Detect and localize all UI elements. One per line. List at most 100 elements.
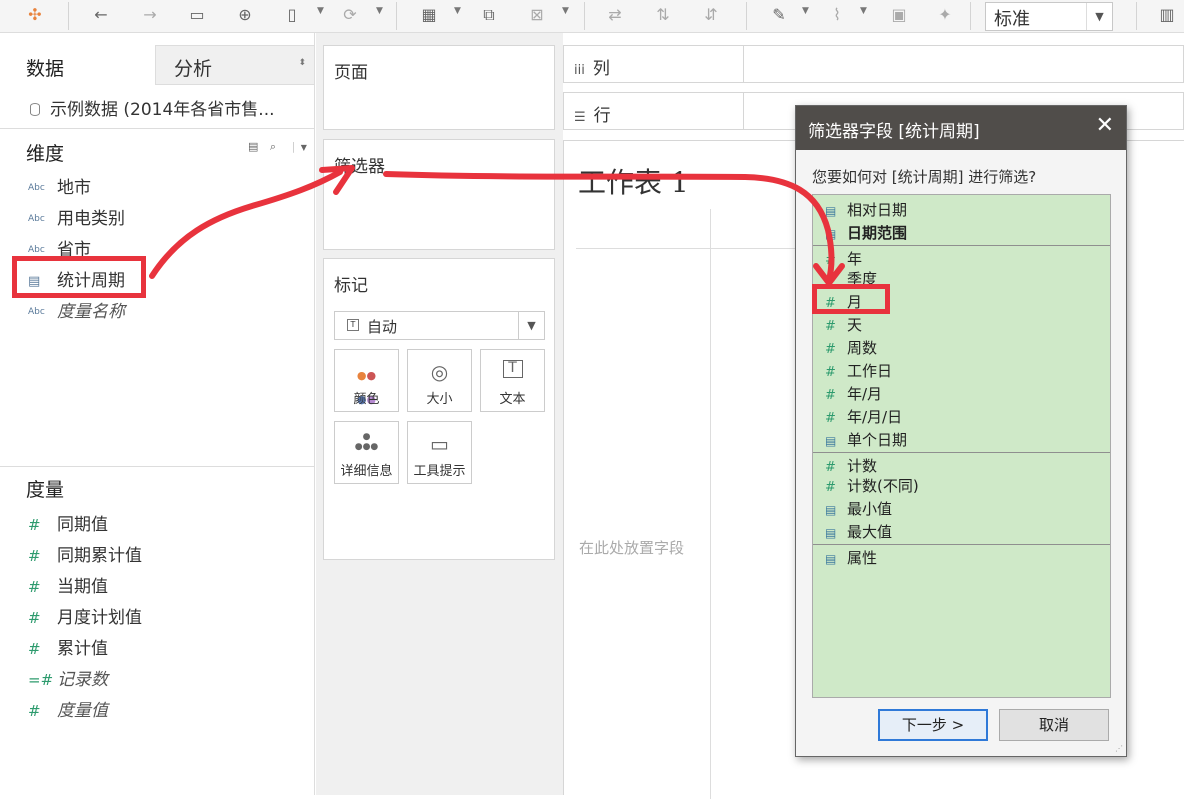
worksheet-title[interactable]: 工作表 1 xyxy=(578,161,689,201)
mark-type-select[interactable]: T 自动 ▼ xyxy=(334,311,545,340)
sort-desc-icon[interactable]: ⇵ xyxy=(700,4,722,26)
dialog-question: 您要如何对 [统计周期] 进行筛选? xyxy=(812,168,1037,186)
chevron-down-icon: ▼ xyxy=(518,312,544,339)
list-item[interactable]: # 年/月 xyxy=(825,383,882,404)
swap-icon[interactable]: ⇄ xyxy=(604,4,626,26)
measure-field[interactable]: # 同期累计值 xyxy=(28,541,142,567)
clear-icon[interactable]: ⊠ xyxy=(526,4,548,26)
rows-label: 行 xyxy=(593,106,611,126)
refresh-icon[interactable]: ⟳ xyxy=(339,4,361,26)
dialog-titlebar: 筛选器字段 [统计周期] xyxy=(796,106,1126,150)
chevron-down-icon[interactable]: ▼ xyxy=(301,143,307,152)
text-label: 文本 xyxy=(499,392,526,407)
tab-analysis[interactable]: 分析 ⬍ xyxy=(155,45,315,85)
columns-shelf[interactable]: iii 列 xyxy=(563,45,1184,83)
list-item[interactable]: # 工作日 xyxy=(825,360,892,381)
number-type-icon: # xyxy=(825,460,836,475)
detail-dots-icon: ● ●●● xyxy=(354,432,379,452)
list-item[interactable]: # 计数(不同) xyxy=(825,475,919,496)
chevron-down-icon[interactable]: ▼ xyxy=(802,6,809,16)
list-item[interactable]: ▤ 日期范围 xyxy=(825,222,907,243)
chevron-down-icon[interactable]: ▼ xyxy=(317,6,324,16)
dimension-field[interactable]: Abc 用电类别 xyxy=(28,204,125,230)
new-worksheet-icon[interactable]: ▦ xyxy=(418,4,440,26)
dimension-field[interactable]: Abc 地市 xyxy=(28,173,91,199)
chevron-down-icon[interactable]: ▼ xyxy=(562,6,569,16)
dimension-tools: ▤ ⌕ | ▼ xyxy=(248,140,307,154)
list-item[interactable]: ▤ 最大值 xyxy=(825,521,892,542)
detail-button[interactable]: ● ●●● 详细信息 xyxy=(334,421,399,484)
view-list-icon[interactable]: ▤ xyxy=(248,140,258,153)
calendar-icon: ▤ xyxy=(825,552,837,566)
pages-shelf[interactable]: 页面 xyxy=(323,45,555,130)
duplicate-icon[interactable]: ⧉ xyxy=(478,4,500,26)
list-item[interactable]: # 年 xyxy=(825,248,862,269)
next-button[interactable]: 下一步 > xyxy=(878,709,988,741)
measure-field[interactable]: # 当期值 xyxy=(28,572,108,598)
highlight-icon[interactable]: ✎ xyxy=(768,4,790,26)
list-item[interactable]: ▤ 单个日期 xyxy=(825,429,907,450)
group-icon[interactable]: ⌇ xyxy=(826,4,848,26)
number-type-icon: # xyxy=(28,702,41,720)
option-label: 周数 xyxy=(847,339,878,357)
database-icon xyxy=(30,103,40,116)
new-datasource-icon[interactable]: ⊕ xyxy=(234,4,256,26)
option-label: 计数(不同) xyxy=(847,477,919,495)
option-label: 最大值 xyxy=(847,523,893,541)
filter-options-list[interactable]: ▤ 相对日期 ▤ 日期范围 # 年 # 季度 # 月 # 天 # 周数 # 工作日 # 年/月 #… xyxy=(812,194,1111,698)
measure-field[interactable]: # 度量值 xyxy=(28,696,108,722)
cancel-button[interactable]: 取消 xyxy=(999,709,1109,741)
list-item[interactable]: ▤ 属性 xyxy=(825,547,877,568)
pin-icon[interactable]: ✦ xyxy=(934,4,956,26)
measure-field[interactable]: # 月度计划值 xyxy=(28,603,142,629)
tab-analysis-label: 分析 xyxy=(174,58,213,80)
color-button[interactable]: ●● ●● 颜色 xyxy=(334,349,399,412)
number-type-icon: # xyxy=(825,342,836,357)
list-item[interactable]: # 年/月/日 xyxy=(825,406,902,427)
show-me-icon[interactable]: ▥ xyxy=(1156,4,1178,26)
color-label: 颜色 xyxy=(353,392,380,407)
dimension-field[interactable]: Abc 度量名称 xyxy=(28,297,125,323)
chevron-down-icon[interactable]: ▼ xyxy=(454,6,461,16)
redo-icon[interactable]: → xyxy=(139,4,161,26)
marks-title: 标记 xyxy=(334,276,368,296)
chevron-down-icon[interactable]: ▼ xyxy=(376,6,383,16)
measure-field[interactable]: =# 记录数 xyxy=(28,665,108,691)
divider xyxy=(576,248,826,249)
string-type-icon: Abc xyxy=(28,214,45,224)
label-icon[interactable]: ▣ xyxy=(888,4,910,26)
list-item[interactable]: ▤ 相对日期 xyxy=(825,199,907,220)
text-button[interactable]: T 文本 xyxy=(480,349,545,412)
datasource-item[interactable]: 示例数据 (2014年各省市售... xyxy=(30,95,275,120)
measure-field[interactable]: # 累计值 xyxy=(28,634,108,660)
divider xyxy=(813,245,1110,246)
size-button[interactable]: ◎ 大小 xyxy=(407,349,472,412)
close-icon[interactable]: ✕ xyxy=(1096,114,1114,138)
list-item[interactable]: # 计数 xyxy=(825,455,877,476)
measure-field[interactable]: # 同期值 xyxy=(28,510,108,536)
view-mode-select[interactable]: 标准 ▼ xyxy=(985,2,1113,31)
filters-shelf[interactable]: 筛选器 xyxy=(323,139,555,250)
list-item[interactable]: # 周数 xyxy=(825,337,877,358)
size-label: 大小 xyxy=(426,392,453,407)
number-type-icon: # xyxy=(28,640,41,658)
chevron-down-icon[interactable]: ▼ xyxy=(860,6,867,16)
save-icon[interactable]: ▭ xyxy=(186,4,208,26)
field-label: 月度计划值 xyxy=(57,608,142,628)
option-label: 年/月 xyxy=(847,385,883,403)
search-icon[interactable]: ⌕ xyxy=(270,140,276,153)
tooltip-button[interactable]: ▭ 工具提示 xyxy=(407,421,472,484)
calendar-icon: ▤ xyxy=(825,434,837,448)
calendar-icon: ▤ xyxy=(825,526,837,540)
datasource-name: 示例数据 (2014年各省市售... xyxy=(50,100,275,120)
list-item[interactable]: ▤ 最小值 xyxy=(825,498,892,519)
option-label: 最小值 xyxy=(847,500,893,518)
undo-icon[interactable]: ← xyxy=(90,4,112,26)
sort-asc-icon[interactable]: ⇅ xyxy=(652,4,674,26)
tab-data[interactable]: 数据 xyxy=(0,45,155,85)
option-label: 工作日 xyxy=(847,362,893,380)
resize-grip-icon[interactable]: ⋰ xyxy=(1115,744,1123,753)
pause-update-icon[interactable]: ▯ xyxy=(281,4,303,26)
list-item[interactable]: # 天 xyxy=(825,314,862,335)
tableau-logo-icon[interactable]: ✣ xyxy=(24,4,46,26)
